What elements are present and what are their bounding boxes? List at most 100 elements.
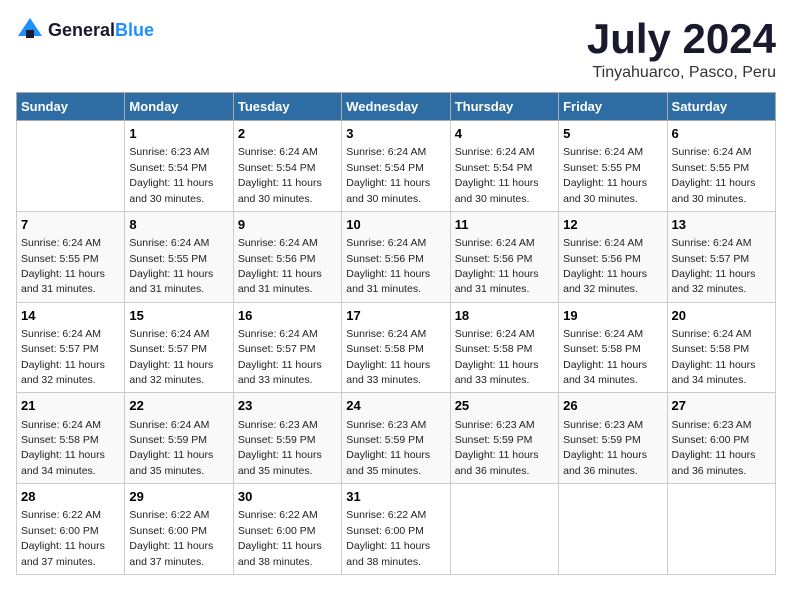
day-cell: 5Sunrise: 6:24 AMSunset: 5:55 PMDaylight… [559,121,667,212]
day-cell: 11 Sunrise: 6:24 AMSunset: 5:56 PMDayligh… [450,211,558,302]
day-number: 11 [455,216,554,234]
day-number: 12 [563,216,662,234]
day-cell: 27 Sunrise: 6:23 AMSunset: 6:00 PMDayligh… [667,393,775,484]
day-cell: 19 Sunrise: 6:24 AMSunset: 5:58 PMDayligh… [559,302,667,393]
day-cell: 16 Sunrise: 6:24 AMSunset: 5:57 PMDayligh… [233,302,341,393]
day-cell: 28Sunrise: 6:22 AMSunset: 6:00 PMDayligh… [17,484,125,575]
day-detail: Sunrise: 6:22 AMSunset: 6:00 PMDaylight:… [346,509,430,567]
day-number: 22 [129,397,228,415]
day-cell: 14Sunrise: 6:24 AMSunset: 5:57 PMDayligh… [17,302,125,393]
day-cell: 23Sunrise: 6:23 AMSunset: 5:59 PMDayligh… [233,393,341,484]
day-number: 20 [672,307,771,325]
day-cell: 21 Sunrise: 6:24 AMSunset: 5:58 PMDayligh… [17,393,125,484]
day-cell: 13 Sunrise: 6:24 AMSunset: 5:57 PMDayligh… [667,211,775,302]
day-number: 5 [563,125,662,143]
day-detail: Sunrise: 6:24 AMSunset: 5:55 PMDaylight:… [129,237,213,295]
day-detail: Sunrise: 6:23 AMSunset: 5:54 PMDaylight:… [129,146,213,204]
day-detail: Sunrise: 6:24 AMSunset: 5:56 PMDaylight:… [346,237,430,295]
day-cell: 4 Sunrise: 6:24 AMSunset: 5:54 PMDaylight… [450,121,558,212]
day-detail: Sunrise: 6:24 AMSunset: 5:58 PMDaylight:… [455,328,539,386]
day-cell: 24 Sunrise: 6:23 AMSunset: 5:59 PMDayligh… [342,393,450,484]
day-number: 15 [129,307,228,325]
day-detail: Sunrise: 6:24 AMSunset: 5:57 PMDaylight:… [672,237,756,295]
day-number: 24 [346,397,445,415]
week-row: 1Sunrise: 6:23 AMSunset: 5:54 PMDaylight… [17,121,776,212]
logo-icon [16,16,44,44]
day-number: 18 [455,307,554,325]
day-cell: 2 Sunrise: 6:24 AMSunset: 5:54 PMDaylight… [233,121,341,212]
day-number: 4 [455,125,554,143]
day-cell: 18 Sunrise: 6:24 AMSunset: 5:58 PMDayligh… [450,302,558,393]
subtitle: Tinyahuarco, Pasco, Peru [587,64,776,82]
logo-text-general: General [48,20,115,40]
day-detail: Sunrise: 6:24 AMSunset: 5:58 PMDaylight:… [346,328,430,386]
day-number: 3 [346,125,445,143]
day-detail: Sunrise: 6:24 AMSunset: 5:54 PMDaylight:… [238,146,322,204]
day-number: 17 [346,307,445,325]
day-detail: Sunrise: 6:24 AMSunset: 5:56 PMDaylight:… [238,237,322,295]
day-cell: 31 Sunrise: 6:22 AMSunset: 6:00 PMDayligh… [342,484,450,575]
day-number: 7 [21,216,120,234]
day-detail: Sunrise: 6:22 AMSunset: 6:00 PMDaylight:… [129,509,213,567]
day-cell: 8 Sunrise: 6:24 AMSunset: 5:55 PMDaylight… [125,211,233,302]
day-detail: Sunrise: 6:24 AMSunset: 5:55 PMDaylight:… [21,237,105,295]
page-header: GeneralBlue July 2024 Tinyahuarco, Pasco… [16,16,776,82]
day-number: 6 [672,125,771,143]
day-detail: Sunrise: 6:24 AMSunset: 5:57 PMDaylight:… [129,328,213,386]
day-detail: Sunrise: 6:24 AMSunset: 5:57 PMDaylight:… [238,328,322,386]
day-detail: Sunrise: 6:24 AMSunset: 5:56 PMDaylight:… [563,237,647,295]
day-cell [450,484,558,575]
day-cell: 15 Sunrise: 6:24 AMSunset: 5:57 PMDayligh… [125,302,233,393]
day-number: 25 [455,397,554,415]
header-cell: Tuesday [233,93,341,121]
day-detail: Sunrise: 6:23 AMSunset: 5:59 PMDaylight:… [346,419,430,477]
day-detail: Sunrise: 6:24 AMSunset: 5:54 PMDaylight:… [455,146,539,204]
day-cell: 9 Sunrise: 6:24 AMSunset: 5:56 PMDaylight… [233,211,341,302]
day-number: 31 [346,488,445,506]
day-detail: Sunrise: 6:24 AMSunset: 5:58 PMDaylight:… [21,419,105,477]
day-detail: Sunrise: 6:24 AMSunset: 5:56 PMDaylight:… [455,237,539,295]
day-cell: 26 Sunrise: 6:23 AMSunset: 5:59 PMDayligh… [559,393,667,484]
logo: GeneralBlue [16,16,154,44]
day-number: 16 [238,307,337,325]
day-number: 23 [238,397,337,415]
day-number: 2 [238,125,337,143]
day-cell [667,484,775,575]
header-cell: Thursday [450,93,558,121]
logo-text-blue: Blue [115,20,154,40]
day-number: 27 [672,397,771,415]
day-detail: Sunrise: 6:23 AMSunset: 5:59 PMDaylight:… [563,419,647,477]
day-number: 8 [129,216,228,234]
day-cell: 25Sunrise: 6:23 AMSunset: 5:59 PMDayligh… [450,393,558,484]
day-cell: 1Sunrise: 6:23 AMSunset: 5:54 PMDaylight… [125,121,233,212]
day-detail: Sunrise: 6:24 AMSunset: 5:55 PMDaylight:… [672,146,756,204]
header-cell: Saturday [667,93,775,121]
day-cell: 17 Sunrise: 6:24 AMSunset: 5:58 PMDayligh… [342,302,450,393]
day-detail: Sunrise: 6:24 AMSunset: 5:54 PMDaylight:… [346,146,430,204]
header-cell: Monday [125,93,233,121]
day-number: 26 [563,397,662,415]
day-cell [17,121,125,212]
header-row: SundayMondayTuesdayWednesdayThursdayFrid… [17,93,776,121]
day-detail: Sunrise: 6:24 AMSunset: 5:58 PMDaylight:… [672,328,756,386]
day-cell: 22Sunrise: 6:24 AMSunset: 5:59 PMDayligh… [125,393,233,484]
day-cell: 30 Sunrise: 6:22 AMSunset: 6:00 PMDayligh… [233,484,341,575]
day-number: 19 [563,307,662,325]
day-cell: 3 Sunrise: 6:24 AMSunset: 5:54 PMDaylight… [342,121,450,212]
day-detail: Sunrise: 6:22 AMSunset: 6:00 PMDaylight:… [238,509,322,567]
day-cell: 7 Sunrise: 6:24 AMSunset: 5:55 PMDaylight… [17,211,125,302]
day-number: 13 [672,216,771,234]
week-row: 7 Sunrise: 6:24 AMSunset: 5:55 PMDaylight… [17,211,776,302]
week-row: 21 Sunrise: 6:24 AMSunset: 5:58 PMDayligh… [17,393,776,484]
header-cell: Friday [559,93,667,121]
day-cell: 20 Sunrise: 6:24 AMSunset: 5:58 PMDayligh… [667,302,775,393]
day-detail: Sunrise: 6:24 AMSunset: 5:58 PMDaylight:… [563,328,647,386]
day-number: 21 [21,397,120,415]
day-number: 10 [346,216,445,234]
calendar-table: SundayMondayTuesdayWednesdayThursdayFrid… [16,92,776,575]
day-detail: Sunrise: 6:23 AMSunset: 6:00 PMDaylight:… [672,419,756,477]
week-row: 14Sunrise: 6:24 AMSunset: 5:57 PMDayligh… [17,302,776,393]
day-number: 30 [238,488,337,506]
day-cell: 12 Sunrise: 6:24 AMSunset: 5:56 PMDayligh… [559,211,667,302]
day-number: 9 [238,216,337,234]
